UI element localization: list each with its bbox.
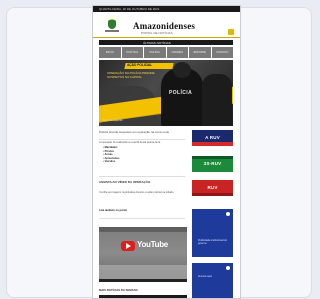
crest-logo-icon[interactable] — [105, 19, 119, 34]
breaking-news-label: ÚLTIMAS NOTÍCIAS — [143, 41, 171, 45]
ad-banner-2[interactable]: 3S-RUV — [192, 156, 233, 172]
nav-item-contato[interactable]: CONTATO — [211, 47, 233, 58]
nav-item-policia[interactable]: POLÍCIA — [144, 47, 166, 58]
badge-icon — [226, 212, 230, 216]
article-intro: A operação foi realizada na manhã desta … — [99, 141, 161, 144]
ad-banner-1[interactable]: A RUV — [192, 130, 233, 146]
video-section-title: ASSISTA AO VÍDEO DA OPERAÇÃO — [99, 180, 151, 184]
mobile-page-screenshot[interactable]: QUARTA-FEIRA, 20 DE OUTUBRO DE 2021 Amaz… — [93, 6, 240, 298]
video-embed[interactable]: YouTube — [99, 227, 187, 279]
site-brand[interactable]: Amazonidenses — [133, 21, 195, 31]
badge-icon — [226, 266, 230, 270]
hero-officer-head — [173, 62, 191, 78]
divider — [99, 176, 185, 177]
hero-image[interactable]: POLÍCIA AÇÃO POLICIAL OPERAÇÃO DA POLÍCI… — [99, 60, 233, 126]
panel-text: Publicidade institucional do governo — [198, 239, 227, 245]
divider — [99, 139, 185, 140]
hero-subtitle: OPERAÇÃO DA POLÍCIA PRENDE SUSPEITOS NA … — [107, 71, 155, 79]
site-header: Amazonidenses PORTAL DE NOTÍCIAS — [93, 12, 240, 38]
nav-item-cidades[interactable]: CIDADES — [166, 47, 188, 58]
hero-police-badge: POLÍCIA — [169, 90, 193, 96]
breaking-news-bar[interactable]: ÚLTIMAS NOTÍCIAS — [99, 40, 233, 45]
hero-banner-text: AÇÃO POLICIAL — [127, 63, 153, 67]
video-title-bar — [99, 227, 187, 232]
ad-banner-2-label: 3S-RUV — [203, 161, 222, 166]
nav-item-esporte[interactable]: ESPORTE — [189, 47, 211, 58]
panel-text: Anuncie aqui — [198, 275, 212, 278]
site-tagline: PORTAL DE NOTÍCIAS — [141, 31, 173, 35]
hero-officer-second — [202, 74, 232, 126]
ad-banner-1-label: A RUV — [205, 135, 220, 140]
read-more-link[interactable]: Leia também no portal — [99, 209, 179, 212]
article-headline[interactable]: Polícia prende suspeitos em operação na … — [99, 130, 185, 134]
article-bullet-list: • Mandados • Prisões • Armas • Apreensõe… — [103, 146, 163, 164]
ad-banner-3-label: RUV — [207, 185, 218, 190]
youtube-wordmark: YouTube — [137, 240, 168, 249]
hero-caption: Foto: Divulgação — [103, 119, 123, 122]
video-progress-bar[interactable] — [99, 279, 187, 282]
more-news-image[interactable] — [99, 295, 187, 298]
play-icon[interactable] — [126, 243, 131, 249]
date-text: QUARTA-FEIRA, 20 DE OUTUBRO DE 2021 — [99, 7, 160, 11]
sidebar-ad-panel-2[interactable]: Anuncie aqui — [192, 263, 233, 298]
main-navigation: INÍCIO POLÍTICA POLÍCIA CIDADES ESPORTE … — [99, 47, 233, 58]
sidebar-ad-panel-1[interactable]: Publicidade institucional do governo — [192, 209, 233, 257]
nav-item-politica[interactable]: POLÍTICA — [121, 47, 143, 58]
video-controls-area — [99, 265, 187, 279]
header-divider — [93, 37, 240, 38]
search-icon[interactable] — [228, 29, 234, 35]
more-news-title: MAIS NOTÍCIAS DA SEMANA — [99, 288, 138, 292]
nav-item-inicio[interactable]: INÍCIO — [99, 47, 121, 58]
ad-banner-3[interactable]: RUV — [192, 180, 233, 196]
list-item: • Veículos — [103, 160, 116, 164]
divider — [99, 218, 185, 219]
article-paragraph: Confira as imagens registradas durante a… — [99, 191, 175, 194]
